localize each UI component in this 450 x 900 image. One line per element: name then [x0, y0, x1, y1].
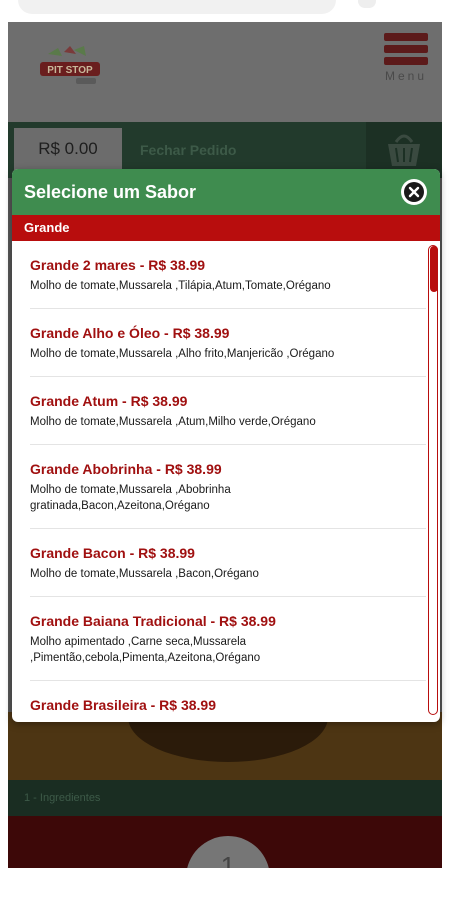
- item-name: Grande 2 mares - R$ 38.99: [30, 257, 206, 273]
- order-total: R$ 0.00: [14, 128, 122, 170]
- quantity-badge[interactable]: 1: [186, 836, 270, 868]
- menu-button[interactable]: Menu: [380, 30, 432, 92]
- bottom-bar: 1: [8, 816, 442, 868]
- list-item[interactable]: Grande Baiana Tradicional - R$ 38.99 Mol…: [12, 613, 422, 666]
- browser-url-bar[interactable]: [18, 0, 336, 14]
- item-name: Grande Brasileira - R$ 38.99: [30, 697, 216, 713]
- list-item[interactable]: Grande Abobrinha - R$ 38.99 Molho de tom…: [12, 461, 422, 514]
- divider: [30, 596, 426, 597]
- divider: [30, 444, 426, 445]
- hamburger-icon: [384, 33, 428, 41]
- size-label: Grande: [12, 215, 440, 241]
- logo-text: PIT STOP: [47, 65, 93, 76]
- browser-tab-button[interactable]: [358, 0, 376, 8]
- pizza-image: [8, 672, 442, 780]
- logo: PIT STOP: [34, 44, 106, 90]
- close-icon[interactable]: [401, 179, 427, 205]
- close-icon-glyph: [408, 186, 420, 198]
- menu-label: Menu: [384, 69, 428, 83]
- item-description: Molho de tomate,Mussarela ,Tilápia,Atum,…: [30, 280, 331, 292]
- ingredients-bar[interactable]: 1 - Ingredientes: [8, 780, 442, 816]
- scrollbar[interactable]: [428, 245, 438, 715]
- scrollbar-thumb[interactable]: [430, 246, 438, 292]
- modal-title: Selecione um Sabor: [24, 182, 197, 202]
- list-item[interactable]: Grande 2 mares - R$ 38.99 Molho de tomat…: [12, 257, 422, 294]
- list-item[interactable]: Grande Alho e Óleo - R$ 38.99 Molho de t…: [12, 325, 422, 362]
- item-name: Grande Abobrinha - R$ 38.99: [30, 461, 222, 477]
- list-item[interactable]: Grande Bacon - R$ 38.99 Molho de tomate,…: [12, 545, 422, 582]
- list-item[interactable]: Grande Atum - R$ 38.99 Molho de tomate,M…: [12, 393, 422, 430]
- flavor-list: Grande 2 mares - R$ 38.99 Molho de tomat…: [12, 241, 440, 722]
- item-name: Grande Alho e Óleo - R$ 38.99: [30, 325, 230, 341]
- flavor-modal: Selecione um Sabor Grande Grande 2 mares…: [12, 169, 440, 722]
- item-name: Grande Baiana Tradicional - R$ 38.99: [30, 613, 276, 629]
- item-description: Molho de tomate,Mussarela ,Abobrinha gra…: [30, 484, 231, 512]
- hamburger-icon-bar: [384, 45, 428, 53]
- item-description: Molho de tomate,Mussarela ,Alho frito,Ma…: [30, 348, 335, 360]
- divider: [30, 528, 426, 529]
- app-header: PIT STOP Menu: [8, 22, 442, 122]
- item-name: Grande Atum - R$ 38.99: [30, 393, 188, 409]
- divider: [30, 308, 426, 309]
- divider: [30, 376, 426, 377]
- item-description: Molho apimentado ,Carne seca,Mussarela ,…: [30, 636, 261, 664]
- item-name: Grande Bacon - R$ 38.99: [30, 545, 195, 561]
- divider: [30, 680, 426, 681]
- hamburger-icon-bar: [384, 57, 428, 65]
- item-description: Molho de tomate,Mussarela ,Bacon,Orégano: [30, 568, 259, 580]
- list-item[interactable]: Grande Brasileira - R$ 38.99: [12, 697, 422, 713]
- modal-header: Selecione um Sabor: [12, 169, 440, 215]
- item-description: Molho de tomate,Mussarela ,Atum,Milho ve…: [30, 416, 316, 428]
